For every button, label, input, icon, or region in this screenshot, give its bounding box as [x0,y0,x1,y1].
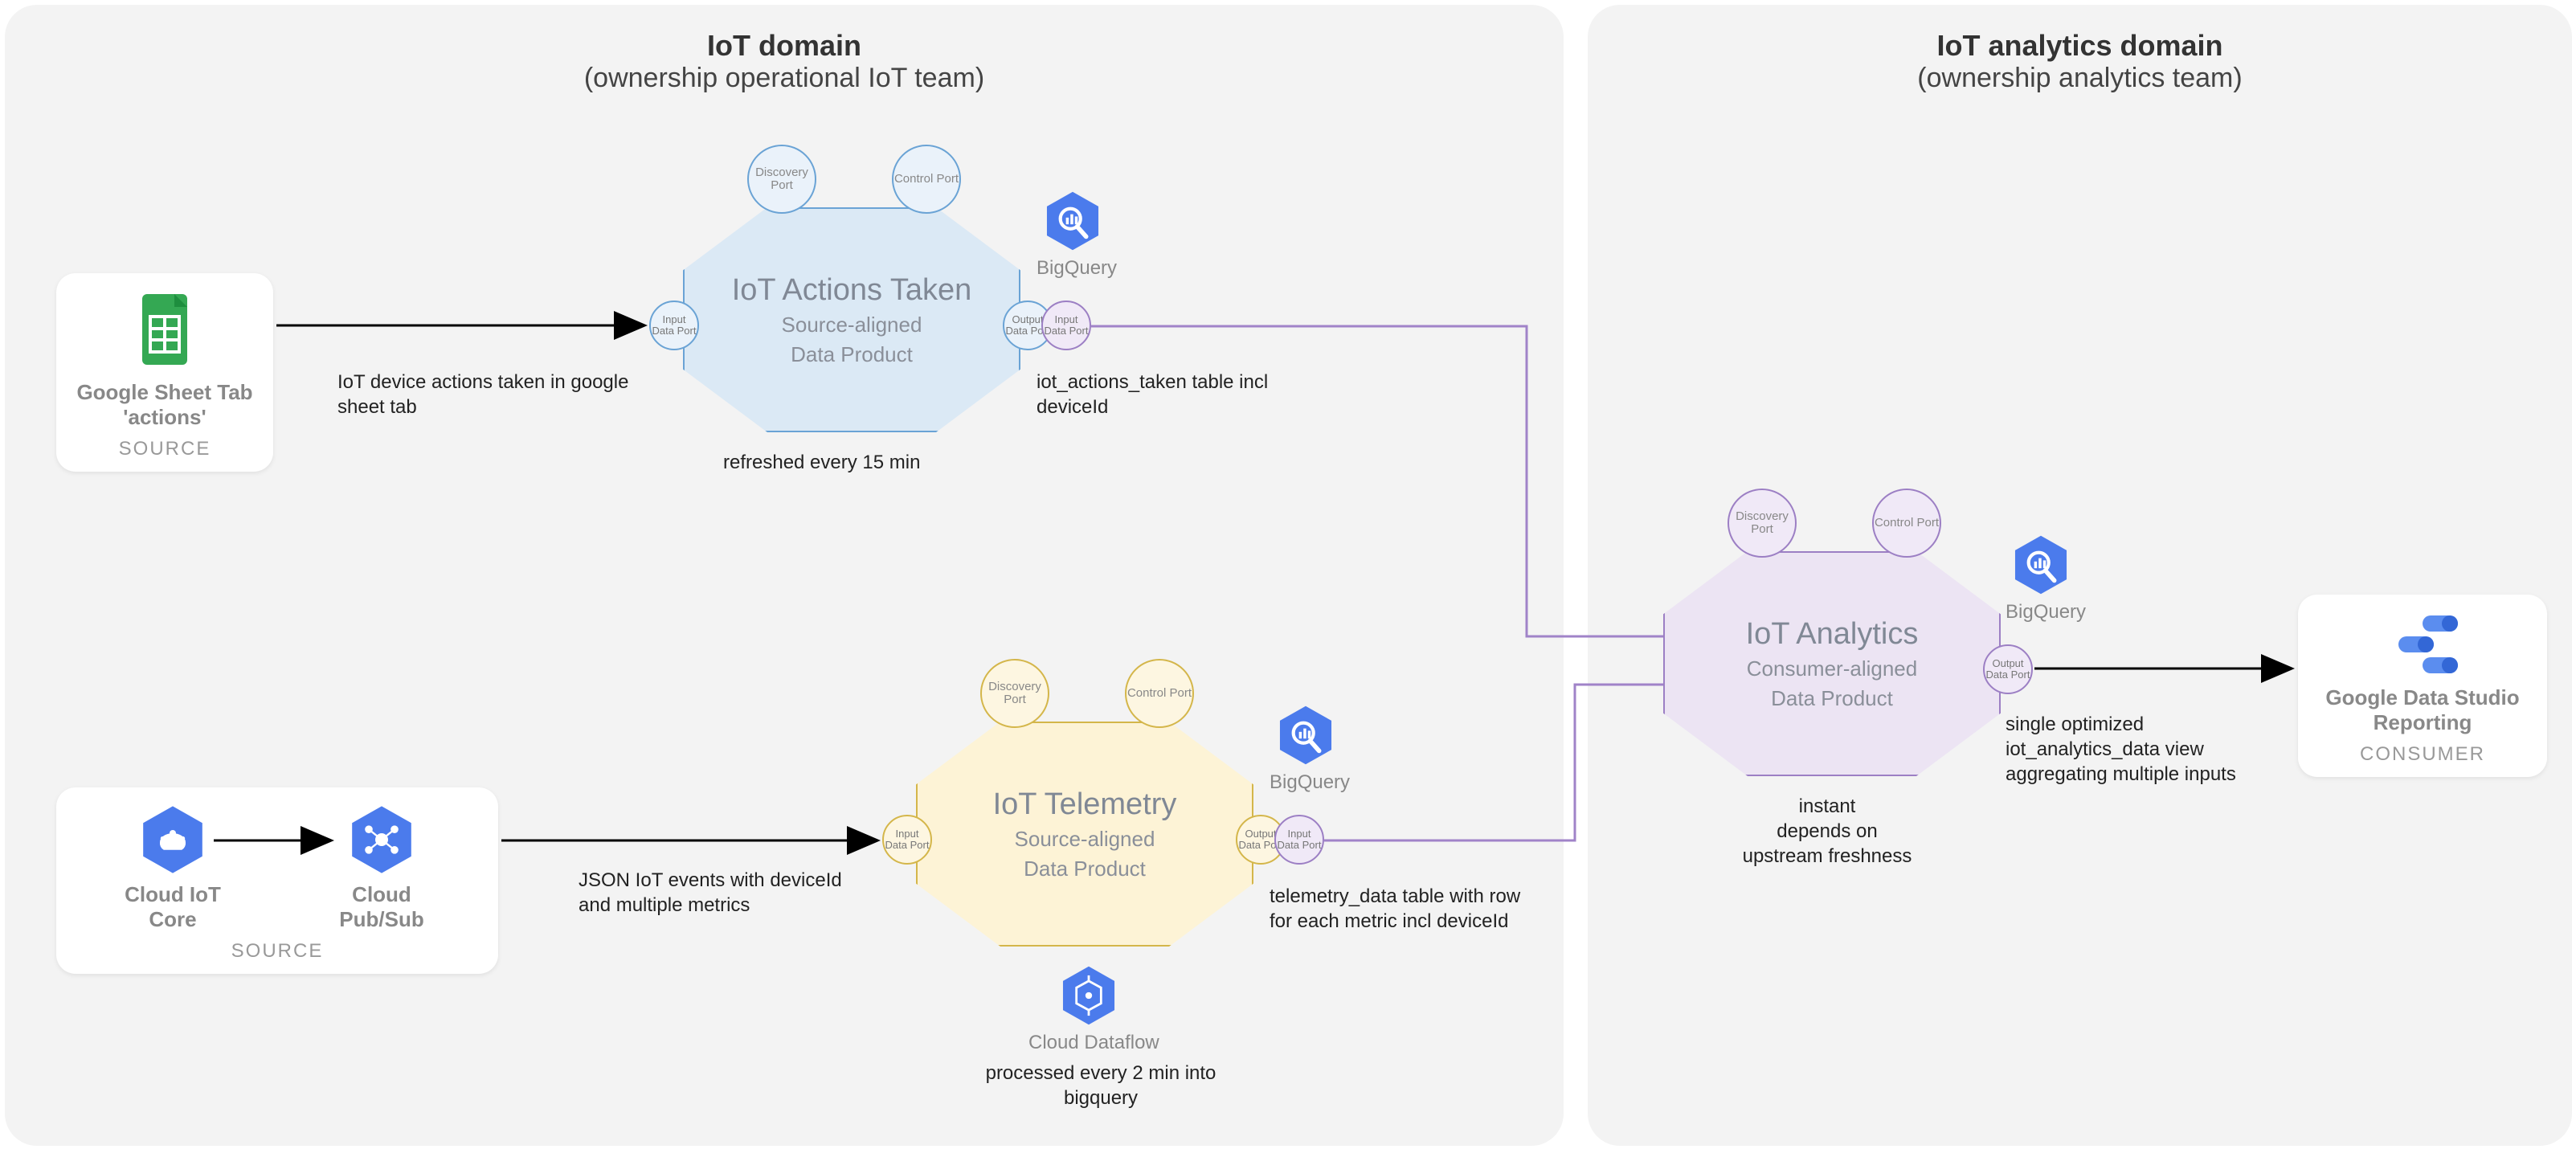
domain-iot-title: IoT domain [37,29,1531,63]
analytics-output-port: Output Data Port [1983,644,2033,694]
product-actions-line2: Data Product [732,342,972,367]
product-telemetry-title: IoT Telemetry [993,787,1177,822]
source2-node1: Cloud IoT Core [117,882,229,932]
product-analytics-line1: Consumer-aligned [1746,656,1919,681]
google-sheets-icon [133,289,197,374]
cloud-iot-core-icon [141,803,205,876]
product-analytics-line2: Data Product [1746,686,1919,711]
analytics-control-port: Control Port [1872,489,1941,558]
telemetry-out-desc: telemetry_data table with row for each m… [1270,884,1543,934]
consumer-title: Google Data Studio Reporting [2317,685,2528,735]
actions-to-analytics-input-port: Input Data Port [1041,301,1091,350]
telemetry-to-analytics-input-port: Input Data Port [1274,815,1324,865]
actions-refresh-note: refreshed every 15 min [723,450,920,475]
source-cloud-iot: Cloud IoT Core Cloud Pub/Sub SOURCE [56,787,498,974]
product-telemetry-line2: Data Product [993,857,1177,881]
product-actions: IoT Actions Taken Source-aligned Data Pr… [683,207,1020,432]
product-actions-line1: Source-aligned [732,313,972,337]
product-actions-title: IoT Actions Taken [732,273,972,308]
source2-node2: Cloud Pub/Sub [325,882,438,932]
analytics-refresh: instant depends on upstream freshness [1707,794,1948,869]
product-analytics-title: IoT Analytics [1746,617,1919,652]
analytics-out-desc: single optimized iot_analytics_data view… [2006,712,2255,787]
bigquery-icon-telemetry [1278,704,1334,767]
telemetry-control-port: Control Port [1125,659,1194,728]
domain-analytics-title: IoT analytics domain [1620,29,2540,63]
cloud-dataflow-label: Cloud Dataflow [1028,1032,1159,1054]
domain-analytics-subtitle: (ownership analytics team) [1620,63,2540,94]
bigquery-label-analytics: BigQuery [2006,601,2086,624]
actions-control-port: Control Port [892,145,961,214]
bigquery-icon-analytics [2013,534,2069,596]
consumer-data-studio: Google Data Studio Reporting CONSUMER [2298,595,2547,777]
domain-iot-subtitle: (ownership operational IoT team) [37,63,1531,94]
cloud-dataflow-icon [1061,964,1117,1027]
cloud-pubsub-icon [350,803,414,876]
source-google-sheet: Google Sheet Tab 'actions' SOURCE [56,273,273,472]
product-telemetry-line1: Source-aligned [993,827,1177,852]
actions-out-desc: iot_actions_taken table incl deviceId [1037,370,1302,419]
data-studio-icon [2382,611,2463,679]
source1-title: Google Sheet Tab 'actions' [76,380,254,430]
analytics-discovery-port: Discovery Port [1728,489,1797,558]
telemetry-discovery-port: Discovery Port [980,659,1049,728]
actions-input-port: Input Data Port [649,301,699,350]
source1-label: SOURCE [119,438,211,460]
source2-label: SOURCE [231,940,324,963]
telemetry-proc-desc: processed every 2 min into bigquery [972,1061,1229,1110]
edge2-label: JSON IoT events with deviceId and multip… [579,868,868,918]
product-telemetry: IoT Telemetry Source-aligned Data Produc… [916,722,1253,947]
bigquery-label-telemetry: BigQuery [1270,771,1350,794]
actions-discovery-port: Discovery Port [747,145,816,214]
bigquery-label-actions: BigQuery [1037,257,1117,280]
edge1-label: IoT device actions taken in google sheet… [337,370,635,419]
consumer-label: CONSUMER [2360,743,2485,766]
product-analytics: IoT Analytics Consumer-aligned Data Prod… [1663,551,2001,776]
bigquery-icon-actions [1045,190,1101,252]
telemetry-input-port: Input Data Port [882,815,932,865]
